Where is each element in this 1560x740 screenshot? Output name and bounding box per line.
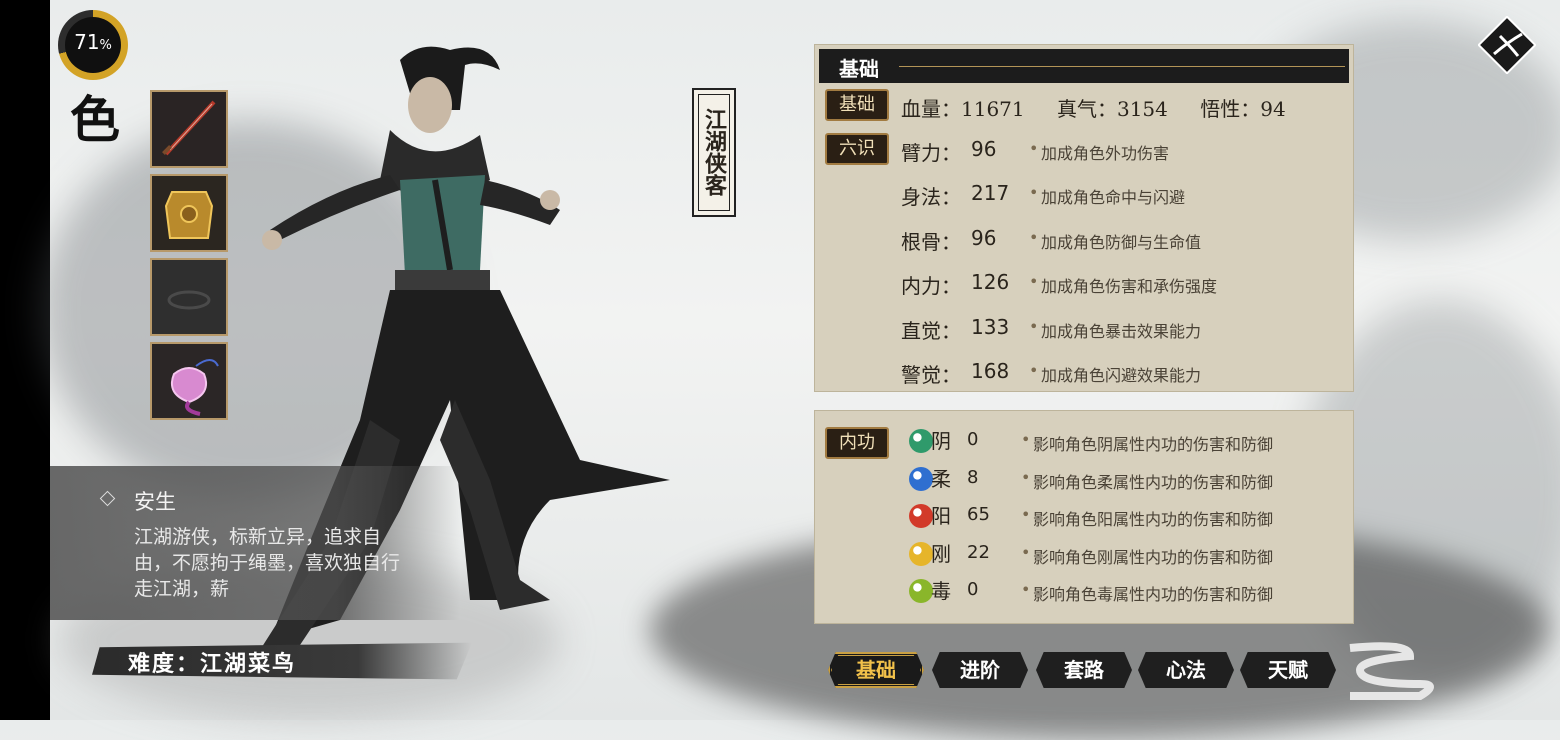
diamond-icon [99, 490, 116, 507]
tab-routines[interactable]: 套路 [1036, 652, 1132, 688]
qi-stat: 真气：3154 [1056, 97, 1168, 121]
basic-panel-title: 基础 [839, 57, 879, 81]
basic-summary: 血量：11671 真气：3154 悟性：94 [901, 93, 1312, 122]
blood-stat: 血量：11671 [901, 97, 1025, 121]
six-senses-tag: 六识 [825, 133, 889, 165]
equip-slot-pouch[interactable] [150, 342, 228, 420]
brush-stroke-decoration [1349, 642, 1434, 700]
insight-stat: 悟性：94 [1200, 97, 1286, 121]
armor-icon [152, 176, 226, 250]
basic-tag: 基础 [825, 89, 889, 121]
basic-panel-header: 基础 [819, 49, 1349, 83]
equip-slot-weapon[interactable] [150, 90, 228, 168]
equip-slot-accessory[interactable] [150, 258, 228, 336]
left-black-bar [0, 0, 50, 720]
basic-stats-panel: 基础 基础 血量：11671 真气：3154 悟性：94 六识 臂力： 96 加… [814, 44, 1354, 392]
empty-slot-icon [152, 260, 226, 334]
tab-mind-method[interactable]: 心法 [1138, 652, 1234, 688]
close-button[interactable] [1478, 16, 1536, 74]
rou-icon [909, 467, 933, 491]
character-description: 江湖游侠，标新立异，追求自由，不愿拘于绳墨，喜欢独自行走江湖，薪 [134, 526, 401, 600]
sword-icon [152, 92, 226, 166]
character-description-panel: 安生 江湖游侠，标新立异，追求自由，不愿拘于绳墨，喜欢独自行走江湖，薪 [50, 466, 460, 620]
battery-unit: % [99, 38, 112, 53]
character-title: 江湖侠客 [701, 108, 727, 196]
yin-icon [909, 429, 933, 453]
poison-icon [909, 579, 933, 603]
equip-slot-armor[interactable] [150, 174, 228, 252]
difficulty-label: 难度：江湖菜鸟 [128, 651, 297, 677]
character-name: 安生 [134, 490, 176, 514]
pouch-icon [152, 344, 226, 418]
internal-power-panel: 内功 阴 0 影响角色阴属性内功的伤害和防御 柔 8 影响角色柔属性内功的伤害和… [814, 410, 1354, 624]
tab-basic[interactable]: 基础 [828, 652, 924, 688]
tab-advanced[interactable]: 进阶 [932, 652, 1028, 688]
gang-icon [909, 542, 933, 566]
yang-icon [909, 504, 933, 528]
tab-talent[interactable]: 天赋 [1240, 652, 1336, 688]
battery-indicator: 71% [58, 10, 128, 80]
battery-percent: 71 [74, 30, 100, 54]
internal-tag: 内功 [825, 427, 889, 459]
side-title: 色 [70, 90, 120, 149]
character-title-scroll: 江湖侠客 [692, 88, 736, 217]
